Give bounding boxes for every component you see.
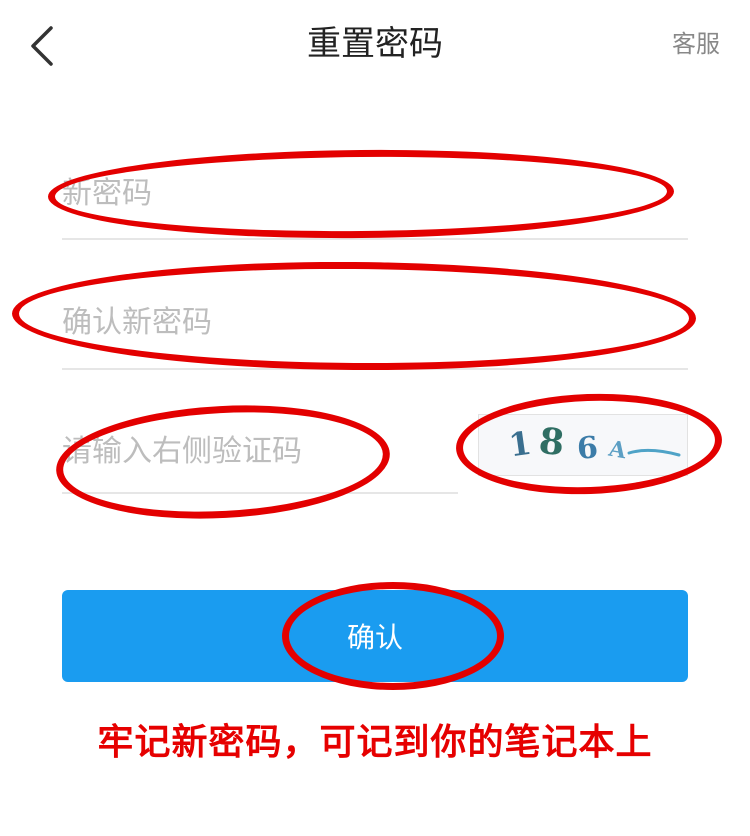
customer-service-link[interactable]: 客服: [672, 28, 720, 60]
annotation-note: 牢记新密码，可记到你的笔记本上: [97, 722, 653, 763]
divider: [62, 238, 688, 240]
divider: [62, 492, 458, 494]
confirm-button-label: 确认: [346, 621, 403, 654]
new-password-input[interactable]: [62, 168, 688, 218]
header: 重置密码 客服: [0, 0, 750, 90]
captcha-image[interactable]: 1 8 6 A: [478, 414, 688, 476]
captcha-input[interactable]: [62, 426, 454, 476]
page-title: 重置密码: [307, 24, 443, 64]
confirm-button[interactable]: 确认: [62, 590, 688, 682]
divider: [62, 368, 688, 370]
confirm-password-input[interactable]: [62, 297, 688, 347]
confirm-password-field: [62, 297, 688, 347]
new-password-field: [62, 168, 688, 218]
captcha-noise-line: [627, 448, 681, 457]
captcha-field: [62, 426, 454, 476]
